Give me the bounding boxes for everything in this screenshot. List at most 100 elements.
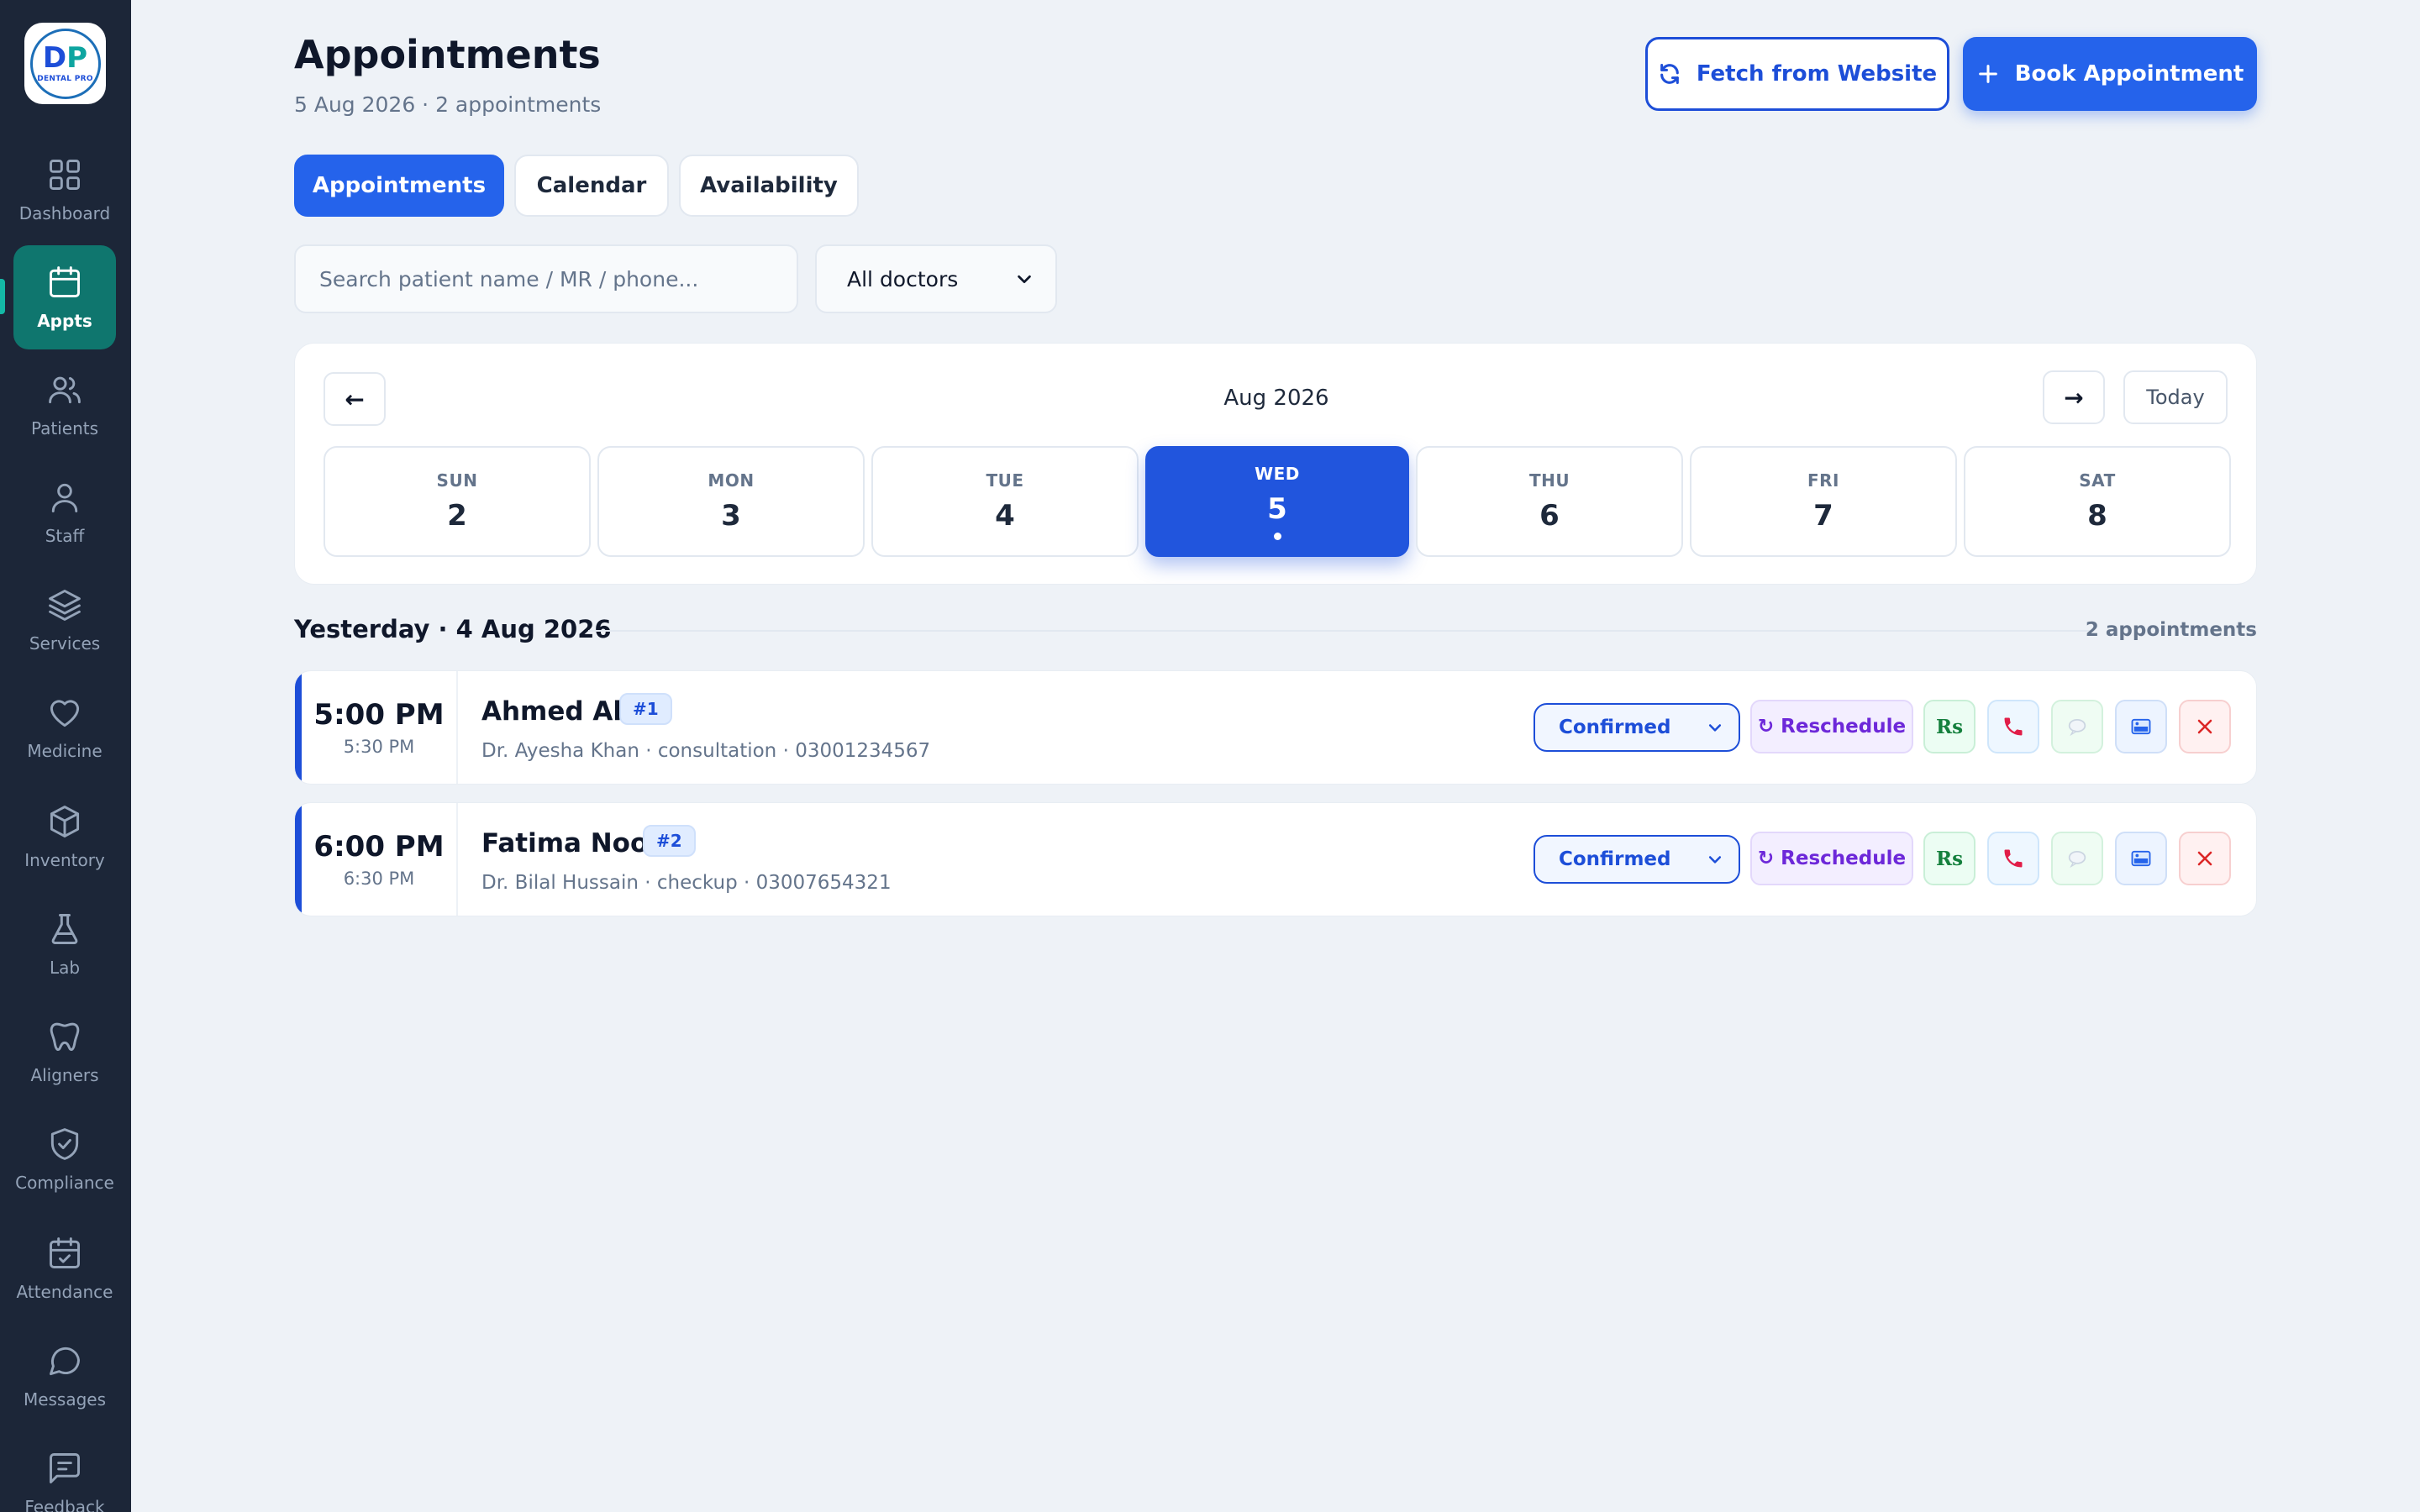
start-time: 5:00 PM <box>313 698 445 732</box>
refresh-icon <box>1660 63 1679 85</box>
page-subtitle: 5 Aug 2026 · 2 appointments <box>294 92 602 117</box>
sidebar-item-inventory[interactable]: Inventory <box>13 785 116 889</box>
chevron-down-icon <box>1708 856 1722 864</box>
prev-week-button[interactable]: ← <box>324 372 386 426</box>
logo-text: DENTAL PRO <box>37 75 93 83</box>
day-tue[interactable]: TUE 4 <box>871 446 1139 557</box>
rupee-icon: Rs <box>1935 847 1964 870</box>
appointment-accent <box>295 803 302 916</box>
cancel-appointment-button[interactable] <box>2179 700 2231 753</box>
refresh-icon: ↻ <box>1757 716 1775 738</box>
doctor-filter-select[interactable]: All doctors <box>815 244 1057 313</box>
calendar-icon <box>50 266 80 297</box>
app-logo[interactable]: DP DENTAL PRO <box>24 23 106 104</box>
sidebar-item-label: Appts <box>37 311 92 331</box>
day-number: 3 <box>721 499 741 533</box>
section-divider <box>588 630 2092 632</box>
tab-availability[interactable]: Availability <box>679 155 859 217</box>
day-fri[interactable]: FRI 7 <box>1690 446 1957 557</box>
reschedule-button[interactable]: ↻ Reschedule <box>1750 700 1913 753</box>
call-button[interactable] <box>1987 832 2039 885</box>
sidebar-item-compliance[interactable]: Compliance <box>13 1107 116 1211</box>
message-square-icon <box>50 1453 80 1483</box>
end-time: 6:30 PM <box>343 869 415 889</box>
day-thu[interactable]: THU 6 <box>1416 446 1683 557</box>
day-name: FRI <box>1807 470 1839 491</box>
day-sat[interactable]: SAT 8 <box>1964 446 2231 557</box>
rupee-icon: Rs <box>1935 715 1964 738</box>
day-mon[interactable]: MON 3 <box>597 446 865 557</box>
logo-mark: DP <box>42 41 88 75</box>
search-input[interactable] <box>294 244 798 313</box>
status-value: Confirmed <box>1559 848 1671 870</box>
sidebar-item-label: Aligners <box>30 1065 99 1085</box>
calendar-check-icon <box>50 1237 80 1268</box>
appointment-time: 5:00 PM 5:30 PM <box>302 671 458 784</box>
sidebar: DP DENTAL PRO Dashboard Appts Patients S… <box>0 0 131 1512</box>
start-time: 6:00 PM <box>313 830 445 864</box>
chat-icon <box>50 1347 80 1376</box>
book-button-label: Book Appointment <box>2014 61 2244 87</box>
sidebar-item-appts[interactable]: Appts <box>13 245 116 349</box>
sidebar-item-feedback[interactable]: Feedback <box>13 1431 116 1512</box>
reschedule-button[interactable]: ↻ Reschedule <box>1750 832 1913 885</box>
sidebar-item-label: Lab <box>49 958 81 978</box>
sidebar-item-label: Dashboard <box>18 203 111 223</box>
whatsapp-button[interactable] <box>2051 832 2103 885</box>
section-count: 2 appointments <box>2085 619 2257 641</box>
call-button[interactable] <box>1987 700 2039 753</box>
whatsapp-button[interactable] <box>2051 700 2103 753</box>
sidebar-item-lab[interactable]: Lab <box>13 892 116 996</box>
logo-emblem: DP DENTAL PRO <box>29 28 101 99</box>
payment-button[interactable]: Rs <box>1923 700 1975 753</box>
next-week-button[interactable]: → <box>2043 370 2105 424</box>
appointment-row[interactable]: 5:00 PM 5:30 PM Ahmed Ali #1 Dr. Ayesha … <box>294 670 2257 785</box>
sidebar-item-attendance[interactable]: Attendance <box>13 1216 116 1320</box>
sidebar-item-label: Attendance <box>16 1282 113 1302</box>
appointment-row[interactable]: 6:00 PM 6:30 PM Fatima Noor #2 Dr. Bilal… <box>294 802 2257 916</box>
month-label: Aug 2026 <box>1223 386 1329 411</box>
patient-card-button[interactable] <box>2115 832 2167 885</box>
book-appointment-button[interactable]: Book Appointment <box>1963 37 2257 111</box>
end-time: 5:30 PM <box>343 737 415 757</box>
patient-name[interactable]: Ahmed Ali <box>481 696 631 727</box>
doctor-filter-value: All doctors <box>847 266 959 291</box>
close-icon <box>2197 719 2212 734</box>
sidebar-item-messages[interactable]: Messages <box>13 1324 116 1428</box>
sidebar-item-label: Inventory <box>24 850 105 870</box>
sidebar-item-medicine[interactable]: Medicine <box>13 675 116 780</box>
day-wed[interactable]: WED 5 <box>1145 446 1409 557</box>
status-select[interactable]: Confirmed <box>1534 835 1740 884</box>
day-sun[interactable]: SUN 2 <box>324 446 591 557</box>
speech-bubble-icon <box>2068 850 2086 869</box>
sidebar-item-label: Medicine <box>27 741 103 761</box>
sidebar-item-services[interactable]: Services <box>13 568 116 672</box>
tab-calendar[interactable]: Calendar <box>514 155 669 217</box>
layers-icon <box>49 590 81 621</box>
page-title: Appointments <box>294 32 601 77</box>
tab-appointments[interactable]: Appointments <box>294 155 504 217</box>
sidebar-item-label: Services <box>29 633 101 654</box>
patient-name[interactable]: Fatima Noor <box>481 828 661 858</box>
today-button[interactable]: Today <box>2123 370 2228 424</box>
fetch-from-website-button[interactable]: Fetch from Website <box>1645 37 1949 111</box>
token-badge: #2 <box>643 825 696 857</box>
appointment-meta: Dr. Bilal Hussain · checkup · 0300765432… <box>481 872 892 894</box>
day-number: 7 <box>1813 499 1833 533</box>
status-select[interactable]: Confirmed <box>1534 703 1740 752</box>
sidebar-item-patients[interactable]: Patients <box>13 353 116 457</box>
sidebar-active-indicator <box>0 279 5 314</box>
day-name: THU <box>1528 470 1570 491</box>
cancel-appointment-button[interactable] <box>2179 832 2231 885</box>
patient-card-button[interactable] <box>2115 700 2167 753</box>
payment-button[interactable]: Rs <box>1923 832 1975 885</box>
section-title: Yesterday · 4 Aug 2026 <box>294 615 612 643</box>
sidebar-item-label: Compliance <box>15 1173 114 1193</box>
appointment-time: 6:00 PM 6:30 PM <box>302 803 458 916</box>
sidebar-item-aligners[interactable]: Aligners <box>13 1000 116 1104</box>
sidebar-item-staff[interactable]: Staff <box>13 460 116 564</box>
week-strip: ← Aug 2026 → Today SUN 2 MON 3 TUE 4 WED… <box>294 343 2257 585</box>
day-number: 4 <box>995 499 1015 533</box>
speech-bubble-icon <box>2068 718 2086 737</box>
sidebar-item-dashboard[interactable]: Dashboard <box>13 138 116 242</box>
